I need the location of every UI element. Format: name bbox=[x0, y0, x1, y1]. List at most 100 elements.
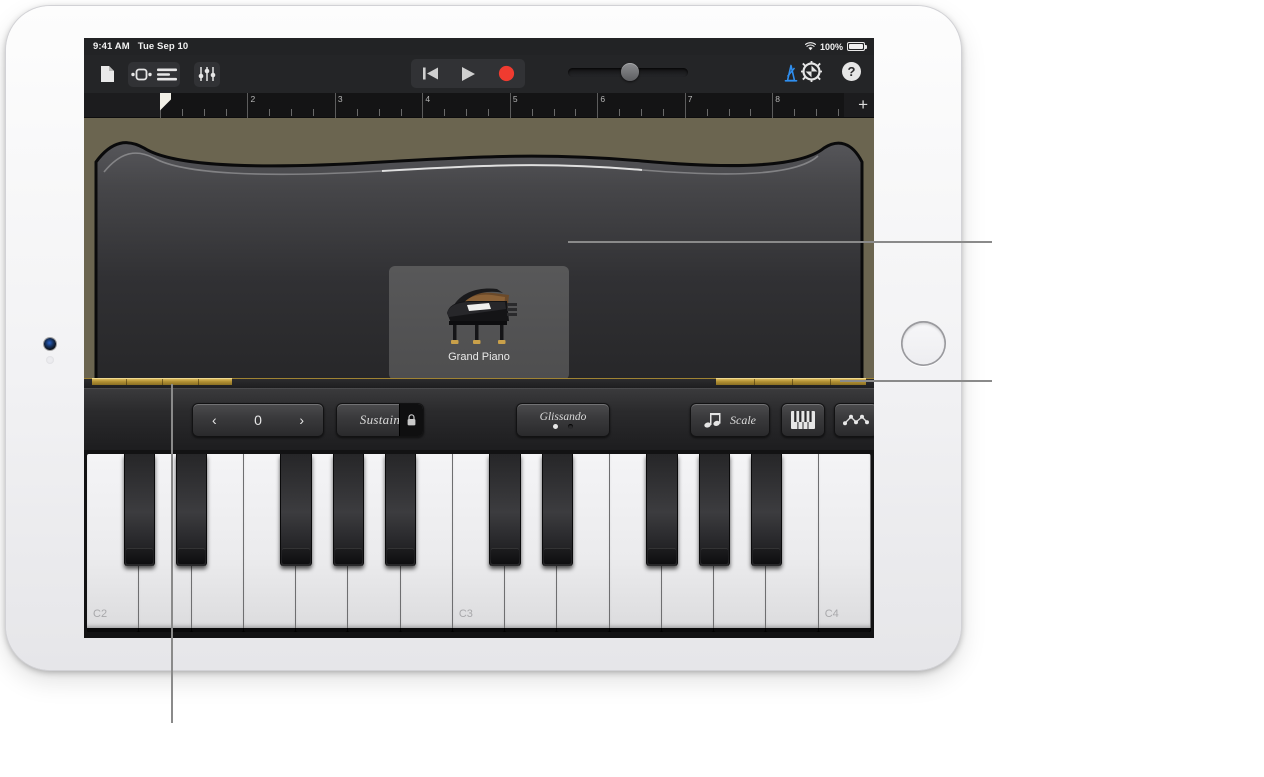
glissando-mode-dots[interactable] bbox=[553, 424, 573, 429]
transport-controls bbox=[411, 59, 525, 88]
loop-browser-icon[interactable] bbox=[128, 62, 154, 87]
toolbar-right-tools: ? bbox=[798, 59, 864, 83]
beat-tick bbox=[641, 109, 643, 116]
ruler-track[interactable]: 12345678 bbox=[160, 93, 844, 118]
scale-label: Scale bbox=[730, 412, 756, 427]
bar-line bbox=[247, 93, 249, 118]
keyboard-control-bar: ‹ 0 › Sustain Glissando Scale bbox=[84, 388, 874, 450]
add-section-button[interactable]: + bbox=[858, 96, 868, 113]
rewind-icon[interactable] bbox=[411, 59, 449, 88]
beat-tick bbox=[378, 109, 380, 116]
fx-group bbox=[194, 61, 220, 87]
master-volume-knob[interactable] bbox=[621, 63, 639, 81]
black-key[interactable] bbox=[332, 454, 364, 566]
lock-icon bbox=[407, 414, 416, 426]
white-key[interactable]: C4 bbox=[818, 454, 871, 632]
playhead[interactable] bbox=[160, 93, 171, 118]
beat-tick bbox=[291, 109, 293, 116]
beat-tick bbox=[837, 109, 839, 116]
piano-keys-icon bbox=[791, 411, 815, 429]
sustain-button[interactable]: Sustain bbox=[336, 403, 424, 437]
octave-value-display[interactable]: 0 bbox=[237, 412, 280, 428]
timeline-ruler[interactable]: 12345678 + bbox=[84, 93, 874, 118]
bar-number-label: 5 bbox=[512, 94, 518, 104]
beat-tick bbox=[225, 109, 227, 116]
beat-tick bbox=[203, 109, 205, 116]
beat-tick bbox=[619, 109, 621, 116]
mixer-sliders-icon[interactable] bbox=[194, 62, 220, 87]
bar-number-label: 8 bbox=[775, 94, 780, 104]
black-key[interactable] bbox=[698, 454, 730, 566]
app-toolbar: ? bbox=[84, 55, 874, 93]
beat-tick bbox=[444, 109, 446, 116]
home-button[interactable] bbox=[901, 321, 946, 366]
view-toggle-group bbox=[128, 61, 180, 87]
battery-percent-label: 100% bbox=[819, 41, 843, 52]
patch-selector-callout bbox=[568, 241, 992, 243]
battery-icon bbox=[847, 42, 867, 51]
glissando-mode-dot-1[interactable] bbox=[568, 424, 573, 429]
beat-tick bbox=[575, 109, 577, 116]
arpeggiator-button[interactable] bbox=[834, 403, 874, 437]
bar-number-label: 3 bbox=[337, 94, 343, 104]
bar-line bbox=[684, 93, 686, 118]
help-icon[interactable]: ? bbox=[838, 59, 864, 83]
scale-button[interactable]: Scale bbox=[690, 403, 770, 437]
glissando-button[interactable]: Glissando bbox=[516, 403, 610, 437]
bar-number-label: 2 bbox=[250, 94, 256, 104]
app-screen: 9:41 AM Tue Sep 10 100% ? 2 3 4 5 6 7 8 … bbox=[84, 38, 874, 638]
black-key[interactable] bbox=[123, 454, 155, 566]
beat-tick bbox=[750, 109, 752, 116]
bar-number-label: 6 bbox=[600, 94, 606, 104]
status-date: Tue Sep 10 bbox=[137, 41, 189, 52]
track-list-icon[interactable] bbox=[154, 62, 180, 87]
keyboard-layout-callout bbox=[840, 380, 992, 382]
patch-selector-card[interactable]: Grand Piano bbox=[389, 266, 569, 380]
piano-keyboard[interactable]: C2 C3 C4 bbox=[84, 450, 874, 638]
key-octave-label: C2 bbox=[93, 608, 108, 620]
grand-piano-icon bbox=[447, 288, 517, 344]
gear-icon[interactable] bbox=[798, 59, 824, 83]
record-icon[interactable] bbox=[487, 59, 525, 88]
black-key[interactable] bbox=[750, 454, 783, 566]
beat-tick bbox=[816, 109, 817, 116]
sustain-label: Sustain bbox=[359, 412, 401, 427]
glissando-mode-dot-0[interactable] bbox=[553, 424, 558, 429]
beat-tick bbox=[662, 109, 664, 116]
beat-tick bbox=[488, 109, 489, 116]
beat-tick bbox=[313, 109, 315, 116]
instrument-name-label: Grand Piano bbox=[448, 351, 510, 363]
bar-line bbox=[334, 93, 336, 118]
black-key[interactable] bbox=[646, 454, 678, 566]
key-octave-label: C4 bbox=[824, 608, 839, 620]
play-icon[interactable] bbox=[449, 59, 487, 88]
black-key[interactable] bbox=[280, 454, 312, 566]
beat-tick bbox=[794, 109, 796, 116]
beat-tick bbox=[531, 109, 533, 116]
black-key[interactable] bbox=[541, 454, 574, 566]
beat-tick bbox=[728, 109, 730, 116]
beat-tick bbox=[553, 109, 555, 116]
beat-tick bbox=[181, 109, 183, 116]
ambient-sensor-icon bbox=[46, 356, 54, 364]
beat-tick bbox=[466, 109, 468, 116]
arpeggiator-icon bbox=[843, 414, 869, 426]
svg-text:?: ? bbox=[847, 64, 855, 79]
black-key[interactable] bbox=[175, 454, 208, 566]
octave-control-group: ‹ 0 › bbox=[192, 403, 324, 437]
beat-tick bbox=[356, 109, 358, 116]
keyboard-size-button[interactable] bbox=[781, 403, 825, 437]
bar-line bbox=[597, 93, 599, 118]
bar-line bbox=[509, 93, 511, 118]
beat-tick bbox=[400, 109, 402, 116]
eighth-notes-icon bbox=[704, 412, 721, 428]
bar-number-label: 4 bbox=[425, 94, 431, 104]
octave-down-button[interactable]: ‹ bbox=[193, 412, 236, 428]
octave-up-button[interactable]: › bbox=[280, 412, 323, 428]
keybed: C2 C3 C4 bbox=[87, 454, 871, 632]
document-icon[interactable] bbox=[94, 62, 120, 86]
sustain-lock-toggle[interactable] bbox=[399, 404, 423, 436]
black-key[interactable] bbox=[384, 454, 417, 566]
black-key[interactable] bbox=[489, 454, 521, 566]
glissando-label: Glissando bbox=[539, 411, 587, 423]
